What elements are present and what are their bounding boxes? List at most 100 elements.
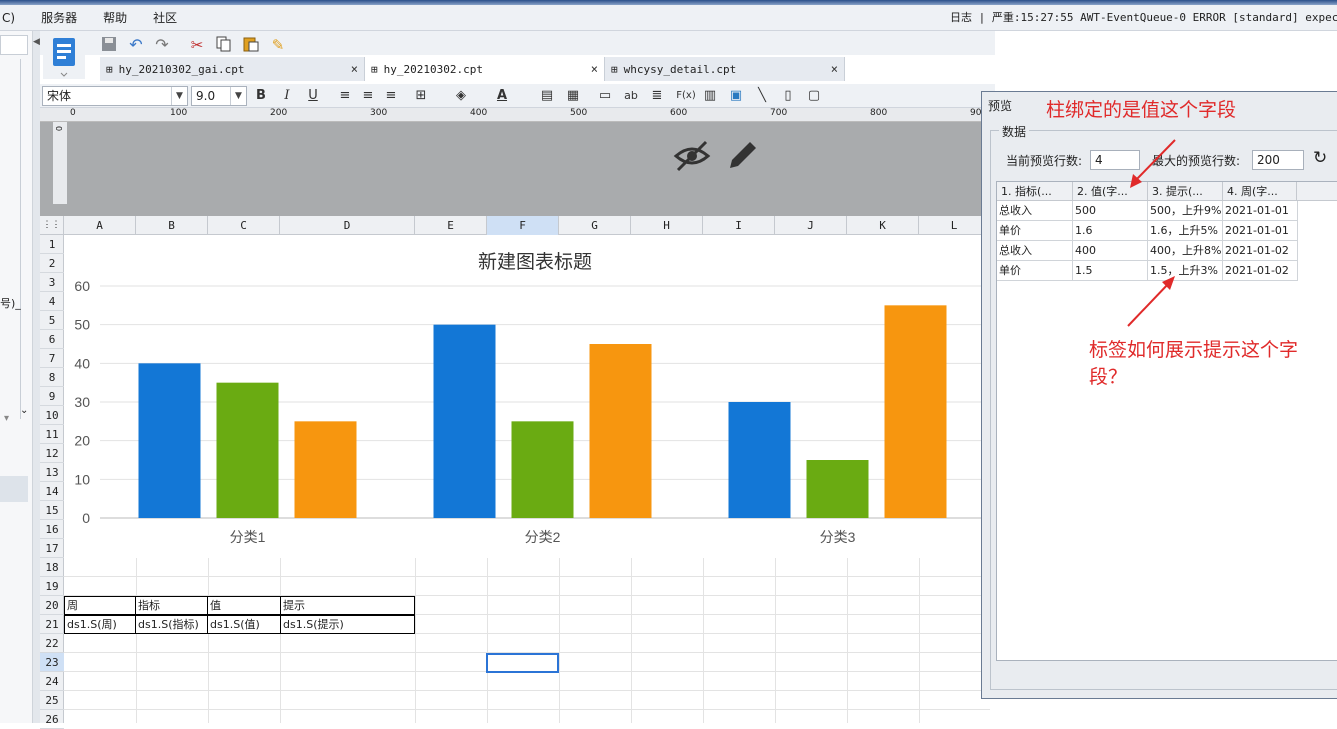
column-header-j[interactable]: J xyxy=(775,216,847,235)
cell-D20[interactable]: 提示 xyxy=(280,596,415,615)
row-header-12[interactable]: 12 xyxy=(40,444,64,463)
underline-button[interactable]: U xyxy=(304,87,322,105)
column-header-i[interactable]: I xyxy=(703,216,775,235)
report-icon[interactable] xyxy=(43,33,85,79)
preview-table-cell[interactable]: 2021-01-01 xyxy=(1223,221,1298,241)
row-header-20[interactable]: 20 xyxy=(40,596,64,615)
paste-icon[interactable] xyxy=(242,36,260,54)
subreport-icon[interactable]: ▯ xyxy=(779,87,797,105)
splitter[interactable]: ◀ xyxy=(33,31,40,723)
column-header-d[interactable]: D xyxy=(280,216,415,235)
preview-column-header[interactable]: 4. 周(字... xyxy=(1223,182,1297,201)
row-header-24[interactable]: 24 xyxy=(40,672,64,691)
align-left-icon[interactable]: ≡ xyxy=(336,87,354,105)
preview-table-cell[interactable]: 单价 xyxy=(997,261,1073,281)
preview-table-cell[interactable]: 2021-01-02 xyxy=(1223,261,1298,281)
select-all-corner[interactable]: ⋮⋮ xyxy=(40,216,64,235)
column-header-k[interactable]: K xyxy=(847,216,919,235)
row-header-10[interactable]: 10 xyxy=(40,406,64,425)
row-header-14[interactable]: 14 xyxy=(40,482,64,501)
border-icon[interactable]: ⊞ xyxy=(412,87,430,105)
row-header-3[interactable]: 3 xyxy=(40,273,64,292)
copy-icon[interactable] xyxy=(215,36,233,54)
insert-field-icon[interactable]: ▭ xyxy=(596,87,614,105)
fill-color-icon[interactable]: ◈ xyxy=(452,87,470,105)
row-header-4[interactable]: 4 xyxy=(40,292,64,311)
row-header-21[interactable]: 21 xyxy=(40,615,64,634)
split-icon[interactable]: ▦ xyxy=(564,87,582,105)
slash-icon[interactable]: ╲ xyxy=(753,87,771,105)
column-header-g[interactable]: G xyxy=(559,216,631,235)
align-right-icon[interactable]: ≡ xyxy=(382,87,400,105)
row-header-25[interactable]: 25 xyxy=(40,691,64,710)
tab-whcysy-detail[interactable]: ⊞ whcysy_detail.cpt × xyxy=(605,57,845,81)
preview-table-cell[interactable]: 2021-01-01 xyxy=(1223,201,1298,221)
chevron-down-icon[interactable]: ⌄ xyxy=(20,405,28,416)
row-header-22[interactable]: 22 xyxy=(40,634,64,653)
menu-item-community[interactable]: 社区 xyxy=(140,5,190,31)
row-header-6[interactable]: 6 xyxy=(40,330,64,349)
column-header-e[interactable]: E xyxy=(415,216,487,235)
chevron-down-icon[interactable]: ▼ xyxy=(230,87,246,105)
font-color-icon[interactable]: A xyxy=(493,87,511,105)
menu-item-fragment[interactable]: C) xyxy=(0,5,28,31)
close-icon[interactable]: × xyxy=(591,62,598,76)
cell-C21[interactable]: ds1.S(值) xyxy=(207,615,281,634)
merge-icon[interactable]: ▤ xyxy=(538,87,556,105)
text-icon[interactable]: ab xyxy=(622,87,640,105)
column-header-l[interactable]: L xyxy=(919,216,990,235)
preview-table-cell[interactable]: 总收入 xyxy=(997,241,1073,261)
bold-button[interactable]: B xyxy=(252,87,270,105)
paragraph-icon[interactable]: ≣ xyxy=(648,87,666,105)
format-brush-icon[interactable]: ✎ xyxy=(269,36,287,54)
left-panel-field[interactable] xyxy=(0,35,28,55)
collapse-arrow-icon[interactable]: ▾ xyxy=(4,413,9,424)
close-icon[interactable]: × xyxy=(351,62,358,76)
row-header-26[interactable]: 26 xyxy=(40,710,64,729)
tab-hy-20210302-gai[interactable]: ⊞ hy_20210302_gai.cpt × xyxy=(100,57,365,81)
font-family-select[interactable]: 宋体 ▼ xyxy=(42,86,188,106)
menu-item-help[interactable]: 帮助 xyxy=(90,5,140,31)
row-header-5[interactable]: 5 xyxy=(40,311,64,330)
row-header-18[interactable]: 18 xyxy=(40,558,64,577)
preview-column-header[interactable]: 1. 指标(... xyxy=(997,182,1073,201)
preview-table-cell[interactable]: 单价 xyxy=(997,221,1073,241)
cell-B21[interactable]: ds1.S(指标) xyxy=(135,615,208,634)
row-header-11[interactable]: 11 xyxy=(40,425,64,444)
cell-B20[interactable]: 指标 xyxy=(135,596,208,615)
cut-icon[interactable]: ✂ xyxy=(188,36,206,54)
hidden-eye-icon[interactable] xyxy=(672,136,712,176)
row-header-19[interactable]: 19 xyxy=(40,577,64,596)
cell-D21[interactable]: ds1.S(提示) xyxy=(280,615,415,634)
align-center-icon[interactable]: ≡ xyxy=(359,87,377,105)
undo-icon[interactable]: ↶ xyxy=(127,36,145,54)
menu-item-server[interactable]: 服务器 xyxy=(28,5,90,31)
column-header-a[interactable]: A xyxy=(64,216,136,235)
cell-C20[interactable]: 值 xyxy=(207,596,281,615)
selected-cell-F23[interactable] xyxy=(486,653,559,673)
tab-hy-20210302[interactable]: ⊞ hy_20210302.cpt × xyxy=(365,57,605,81)
preview-table-cell[interactable]: 总收入 xyxy=(997,201,1073,221)
row-header-15[interactable]: 15 xyxy=(40,501,64,520)
frame-icon[interactable]: ▢ xyxy=(805,87,823,105)
left-panel-scrollbar[interactable] xyxy=(20,59,28,419)
left-panel-selected-row[interactable] xyxy=(0,476,28,502)
row-header-7[interactable]: 7 xyxy=(40,349,64,368)
row-header-16[interactable]: 16 xyxy=(40,520,64,539)
row-header-13[interactable]: 13 xyxy=(40,463,64,482)
log-status[interactable]: 日志 | 严重:15:27:55 AWT-EventQueue-0 ERROR … xyxy=(950,5,1337,31)
italic-button[interactable]: I xyxy=(278,87,296,105)
chevron-down-icon[interactable]: ▼ xyxy=(171,87,187,105)
row-header-17[interactable]: 17 xyxy=(40,539,64,558)
close-icon[interactable]: × xyxy=(831,62,838,76)
formula-icon[interactable]: F(x) xyxy=(674,87,698,105)
row-header-8[interactable]: 8 xyxy=(40,368,64,387)
redo-icon[interactable]: ↷ xyxy=(153,36,171,54)
row-header-2[interactable]: 2 xyxy=(40,254,64,273)
row-header-1[interactable]: 1 xyxy=(40,235,64,254)
image-icon[interactable]: ▣ xyxy=(727,87,745,105)
max-rows-input[interactable]: 200 xyxy=(1252,150,1304,170)
column-header-b[interactable]: B xyxy=(136,216,208,235)
cell-A21[interactable]: ds1.S(周) xyxy=(64,615,136,634)
preview-table-cell[interactable]: 2021-01-02 xyxy=(1223,241,1298,261)
